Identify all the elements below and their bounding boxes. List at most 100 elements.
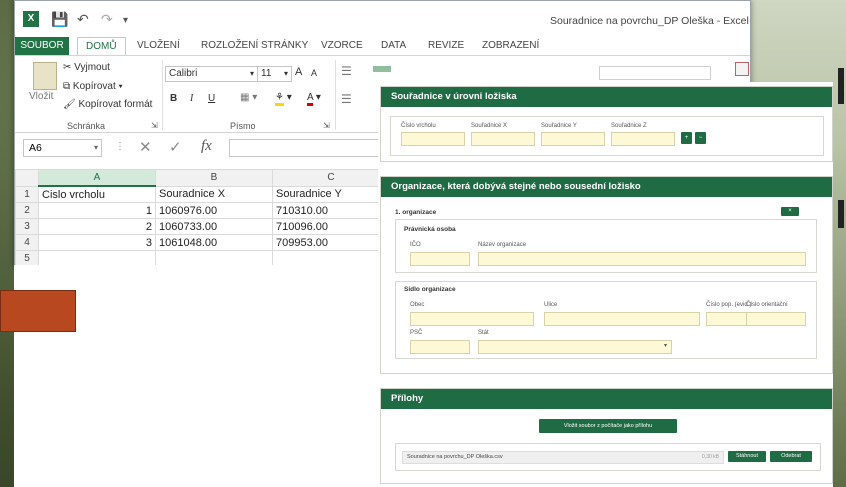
tab-review[interactable]: REVIZE — [428, 37, 464, 55]
underline-button[interactable]: U — [208, 93, 215, 104]
row-header[interactable]: 1 — [15, 185, 39, 203]
copy-button[interactable]: ⧉ Kopírovat ▾ — [63, 81, 123, 92]
grow-font-button[interactable]: A — [295, 66, 302, 78]
ico-input[interactable] — [410, 252, 470, 266]
column-header-b[interactable]: B — [155, 169, 273, 187]
co-input[interactable] — [746, 312, 806, 326]
qat-customize-icon[interactable]: ▾ — [123, 15, 128, 26]
background-mark — [838, 200, 844, 228]
y-input[interactable] — [541, 132, 605, 146]
green-swatch — [373, 66, 391, 72]
co-label: Číslo orientační — [746, 302, 788, 308]
z-input[interactable] — [611, 132, 675, 146]
borders-icon[interactable]: ▦ ▾ — [240, 92, 257, 103]
row-header[interactable]: 3 — [15, 218, 39, 235]
table-row: 3 2 1060733.00 710096.00 — [15, 218, 390, 235]
cell[interactable]: Cislo vrcholu — [38, 185, 156, 203]
table-row: 1 Cislo vrcholu Souradnice X Souradnice … — [15, 185, 390, 203]
tab-page-layout[interactable]: ROZLOŽENÍ STRÁNKY — [201, 37, 308, 55]
tab-file[interactable]: SOUBOR — [15, 37, 69, 55]
paste-icon[interactable] — [33, 62, 57, 90]
obec-label: Obec — [410, 302, 425, 308]
font-size-select[interactable]: 11 ▾ — [257, 66, 292, 82]
stat-select[interactable]: ▾ — [478, 340, 672, 354]
tab-home[interactable]: DOMŮ — [77, 37, 126, 56]
cell[interactable]: 710096.00 — [272, 218, 390, 235]
vertex-input[interactable] — [401, 132, 465, 146]
cut-button[interactable]: ✂ Vyjmout — [63, 62, 110, 73]
cell[interactable]: Souradnice X — [155, 185, 273, 203]
insert-function-icon[interactable]: fx — [201, 138, 212, 155]
cell[interactable]: 3 — [38, 234, 156, 251]
remove-org-button[interactable]: × — [781, 207, 799, 216]
file-name: Souradnice na povrchu_DP Oleška.csv — [407, 454, 503, 460]
bold-button[interactable]: B — [170, 93, 177, 104]
undo-icon[interactable]: ↶ — [77, 11, 89, 28]
name-box[interactable]: A6 ▾ — [23, 139, 102, 157]
psc-input[interactable] — [410, 340, 470, 354]
cell[interactable]: 709953.00 — [272, 234, 390, 251]
excel-logo-icon: X — [23, 11, 39, 27]
remove-row-button[interactable]: − — [695, 132, 706, 144]
panel-title: Organizace, která dobývá stejné nebo sou… — [381, 177, 832, 197]
copy-label: Kopírovat — [72, 81, 116, 92]
column-header-a[interactable]: A — [38, 169, 156, 187]
cell[interactable]: 1060976.00 — [155, 202, 273, 219]
cell[interactable]: 1060733.00 — [155, 218, 273, 235]
italic-button[interactable]: I — [190, 93, 193, 104]
clipboard-group-label: Schránka — [67, 121, 106, 131]
cell[interactable]: 1 — [38, 202, 156, 219]
save-icon[interactable]: 💾 — [51, 11, 68, 28]
tab-data[interactable]: DATA — [381, 37, 406, 55]
tab-formulas[interactable]: VZORCE — [321, 37, 363, 55]
font-name-select[interactable]: Calibri ▾ — [165, 66, 258, 82]
enter-icon[interactable]: ✓ — [169, 138, 182, 156]
font-color-icon[interactable]: A ▾ — [307, 92, 321, 106]
obec-input[interactable] — [410, 312, 534, 326]
chevron-down-icon: ▾ — [249, 69, 254, 78]
upload-button[interactable]: Vložit soubor z počítače jako přílohu — [539, 419, 677, 433]
column-header-c[interactable]: C — [272, 169, 390, 187]
file-field: Souradnice na povrchu_DP Oleška.csv 0,30… — [402, 451, 724, 464]
org-name-input[interactable] — [478, 252, 806, 266]
ico-label: IČO — [410, 242, 421, 248]
add-row-button[interactable]: + — [681, 132, 692, 144]
tab-insert[interactable]: VLOŽENÍ — [137, 37, 180, 55]
separator — [335, 60, 336, 130]
more-icon: ⋮ — [115, 141, 125, 152]
dialog-launcher-icon[interactable]: ⇲ — [151, 121, 158, 130]
select-all-corner[interactable] — [15, 169, 39, 187]
download-button[interactable]: Stáhnout — [728, 451, 766, 462]
cell[interactable]: 710310.00 — [272, 202, 390, 219]
chevron-down-icon: ▾ — [283, 69, 288, 78]
ribbon-combo[interactable] — [599, 66, 711, 80]
column-header-row: A B C — [15, 169, 390, 187]
shrink-font-button[interactable]: A — [311, 68, 317, 78]
x-label: Souřadnice X — [471, 123, 508, 129]
cancel-icon[interactable]: ✕ — [139, 138, 152, 156]
table-row: 4 3 1061048.00 709953.00 — [15, 234, 390, 251]
legal-heading: Právnická osoba — [404, 226, 456, 233]
format-painter-button[interactable]: 🖌 Kopírovat formát — [63, 99, 152, 110]
row-header[interactable]: 4 — [15, 234, 39, 251]
dialog-launcher-icon[interactable]: ⇲ — [323, 121, 330, 130]
delete-attachment-button[interactable]: Odebrat — [770, 451, 812, 462]
row-header[interactable]: 2 — [15, 202, 39, 219]
background-mark — [838, 68, 844, 104]
ulice-input[interactable] — [544, 312, 700, 326]
cell[interactable]: Souradnice Y — [272, 185, 390, 203]
x-input[interactable] — [471, 132, 535, 146]
fill-color-icon[interactable]: ⚘ ▾ — [275, 92, 292, 106]
panel-title: Přílohy — [381, 389, 832, 409]
tab-view[interactable]: ZOBRAZENÍ — [482, 37, 539, 55]
cell[interactable]: 2 — [38, 218, 156, 235]
paste-button[interactable]: Vložit — [29, 91, 53, 102]
attachments-panel: Přílohy Vložit soubor z počítače jako př… — [380, 388, 833, 484]
align-top-icon[interactable]: ☰ — [341, 64, 352, 78]
ribbon-icon[interactable] — [735, 62, 749, 76]
align-left-icon[interactable]: ☰ — [341, 92, 352, 106]
org-name-label: Název organizace — [478, 242, 527, 248]
coordinates-row: Číslo vrcholu Souřadnice X Souřadnice Y … — [390, 116, 824, 156]
redo-icon[interactable]: ↷ — [101, 11, 113, 28]
cell[interactable]: 1061048.00 — [155, 234, 273, 251]
